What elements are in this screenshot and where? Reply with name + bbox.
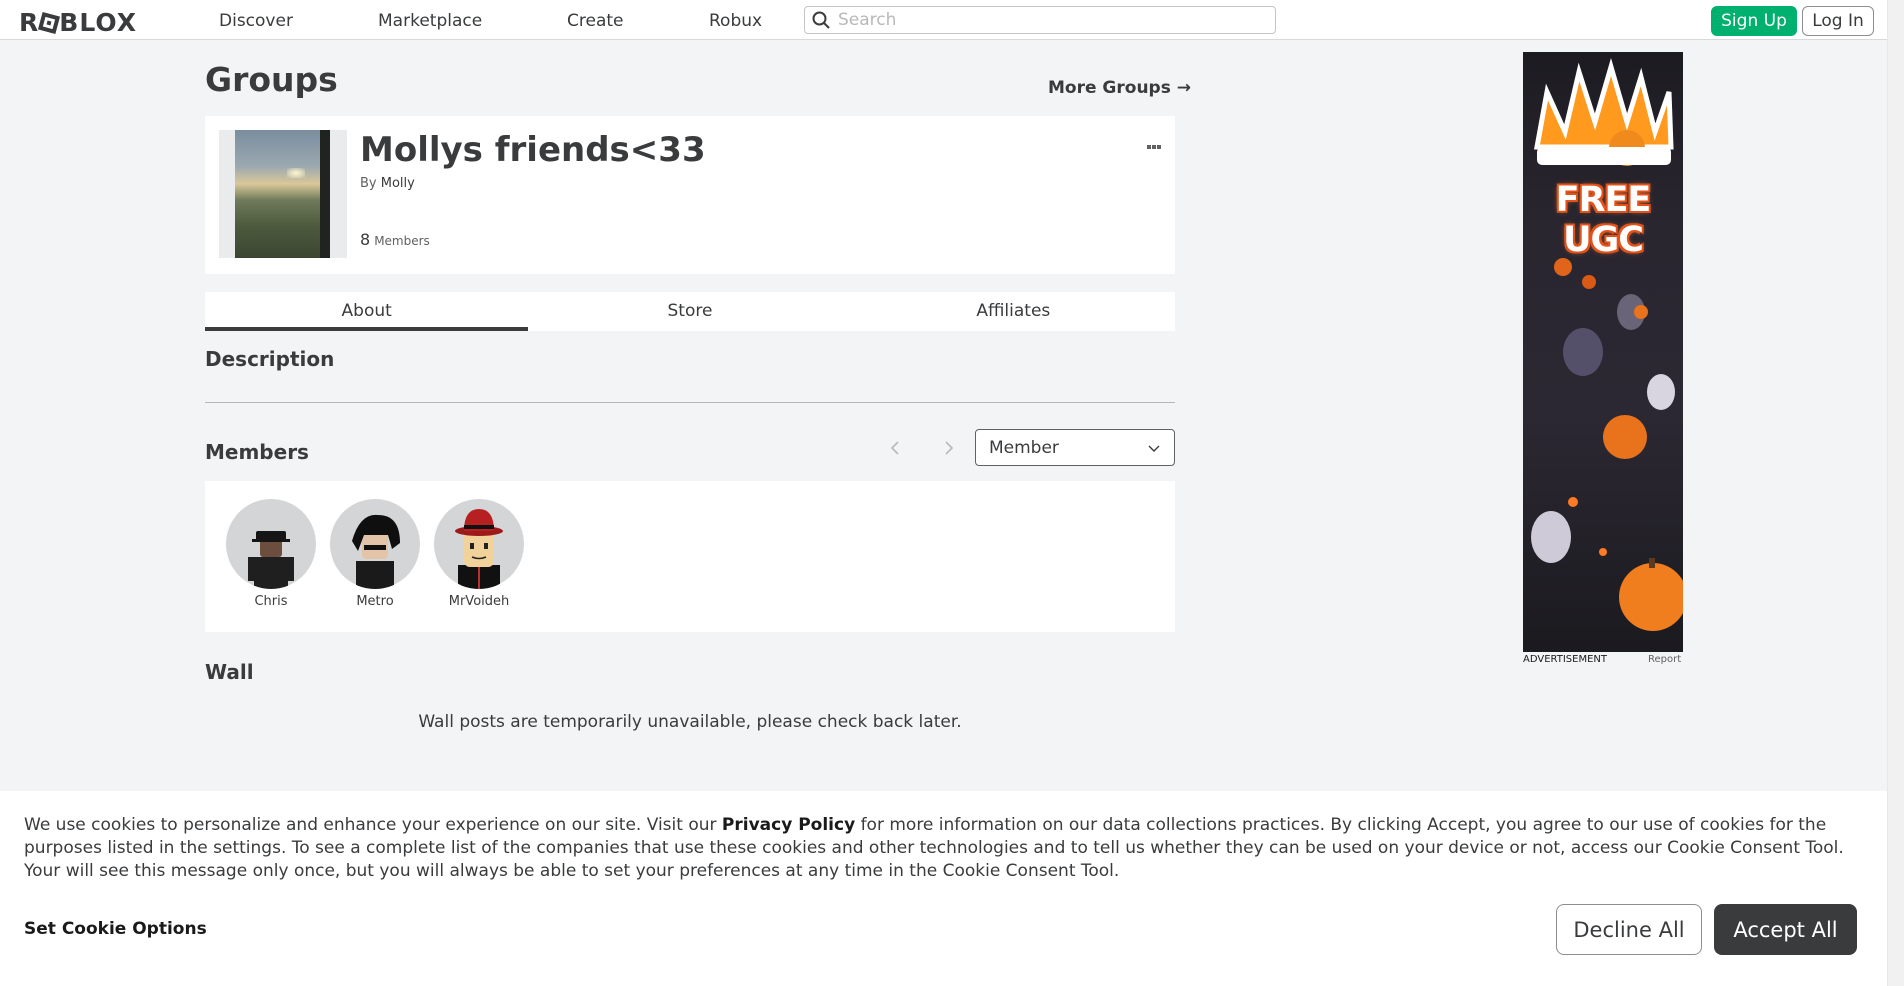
owner-prefix: By <box>360 176 377 191</box>
member-tile[interactable]: Chris <box>223 499 319 609</box>
sign-up-button[interactable]: Sign Up <box>1711 6 1797 36</box>
member-tile[interactable]: MrVoideh <box>431 499 527 609</box>
privacy-policy-link[interactable]: Privacy Policy <box>722 815 855 835</box>
member-count: 8 Members <box>360 230 430 249</box>
members-prev-icon[interactable] <box>886 438 906 458</box>
page-title: Groups <box>205 60 338 99</box>
member-name: Metro <box>356 594 394 609</box>
group-owner: By Molly <box>360 176 415 191</box>
tab-store[interactable]: Store <box>528 292 851 331</box>
roblox-logo-icon <box>38 11 61 35</box>
log-in-button[interactable]: Log In <box>1802 6 1874 36</box>
more-groups-link[interactable]: More Groups → <box>1048 78 1191 98</box>
nav-discover[interactable]: Discover <box>219 11 293 31</box>
description-title: Description <box>205 347 335 371</box>
accept-all-button[interactable]: Accept All <box>1714 904 1857 955</box>
avatar <box>330 499 420 589</box>
roblox-logo[interactable]: R BLOX <box>19 8 137 37</box>
search-box[interactable] <box>804 6 1276 34</box>
nav-marketplace[interactable]: Marketplace <box>378 11 482 31</box>
member-count-label: Members <box>374 234 430 248</box>
role-dropdown-value: Member <box>989 438 1059 458</box>
group-name: Mollys friends<33 <box>360 130 706 170</box>
nav-robux[interactable]: Robux <box>709 11 762 31</box>
member-name: Chris <box>254 594 288 609</box>
nav-create[interactable]: Create <box>567 11 624 31</box>
more-options-icon[interactable] <box>1147 134 1163 149</box>
group-header-card: Mollys friends<33 By Molly 8 Members <box>205 116 1175 274</box>
tab-about[interactable]: About <box>205 292 529 331</box>
avatar <box>434 499 524 589</box>
owner-link[interactable]: Molly <box>381 176 415 191</box>
cookie-text-before: We use cookies to personalize and enhanc… <box>24 815 722 835</box>
ad-report-link[interactable]: Report <box>1648 654 1681 665</box>
search-input[interactable] <box>838 10 1258 30</box>
wall-title: Wall <box>205 660 254 684</box>
chevron-down-icon <box>1148 445 1160 452</box>
tab-affiliates[interactable]: Affiliates <box>852 292 1175 331</box>
role-dropdown[interactable]: Member <box>975 429 1175 466</box>
cookie-consent-banner: We use cookies to personalize and enhanc… <box>0 791 1887 986</box>
ad-headline: FREE UGC <box>1555 180 1652 260</box>
members-next-icon[interactable] <box>938 438 958 458</box>
search-icon <box>812 11 830 29</box>
wall-unavailable-message: Wall posts are temporarily unavailable, … <box>418 712 962 732</box>
advertisement-label: ADVERTISEMENT <box>1523 654 1608 665</box>
group-emblem-image <box>219 130 347 258</box>
advertisement-banner[interactable]: FREE UGC <box>1523 52 1683 652</box>
decline-all-button[interactable]: Decline All <box>1556 904 1702 955</box>
description-divider <box>205 402 1175 403</box>
top-navigation-bar: R BLOX Discover Marketplace Create Robux … <box>0 0 1887 40</box>
members-list: Chris Metro MrVoideh <box>205 481 1175 632</box>
set-cookie-options-link[interactable]: Set Cookie Options <box>24 919 207 939</box>
members-title: Members <box>205 440 309 464</box>
avatar <box>226 499 316 589</box>
member-name: MrVoideh <box>448 594 510 609</box>
page-scrollbar[interactable] <box>1887 0 1904 986</box>
cookie-message: We use cookies to personalize and enhanc… <box>24 814 1854 883</box>
member-count-value: 8 <box>360 230 371 249</box>
member-tile[interactable]: Metro <box>327 499 423 609</box>
group-tabs: About Store Affiliates <box>205 292 1175 331</box>
